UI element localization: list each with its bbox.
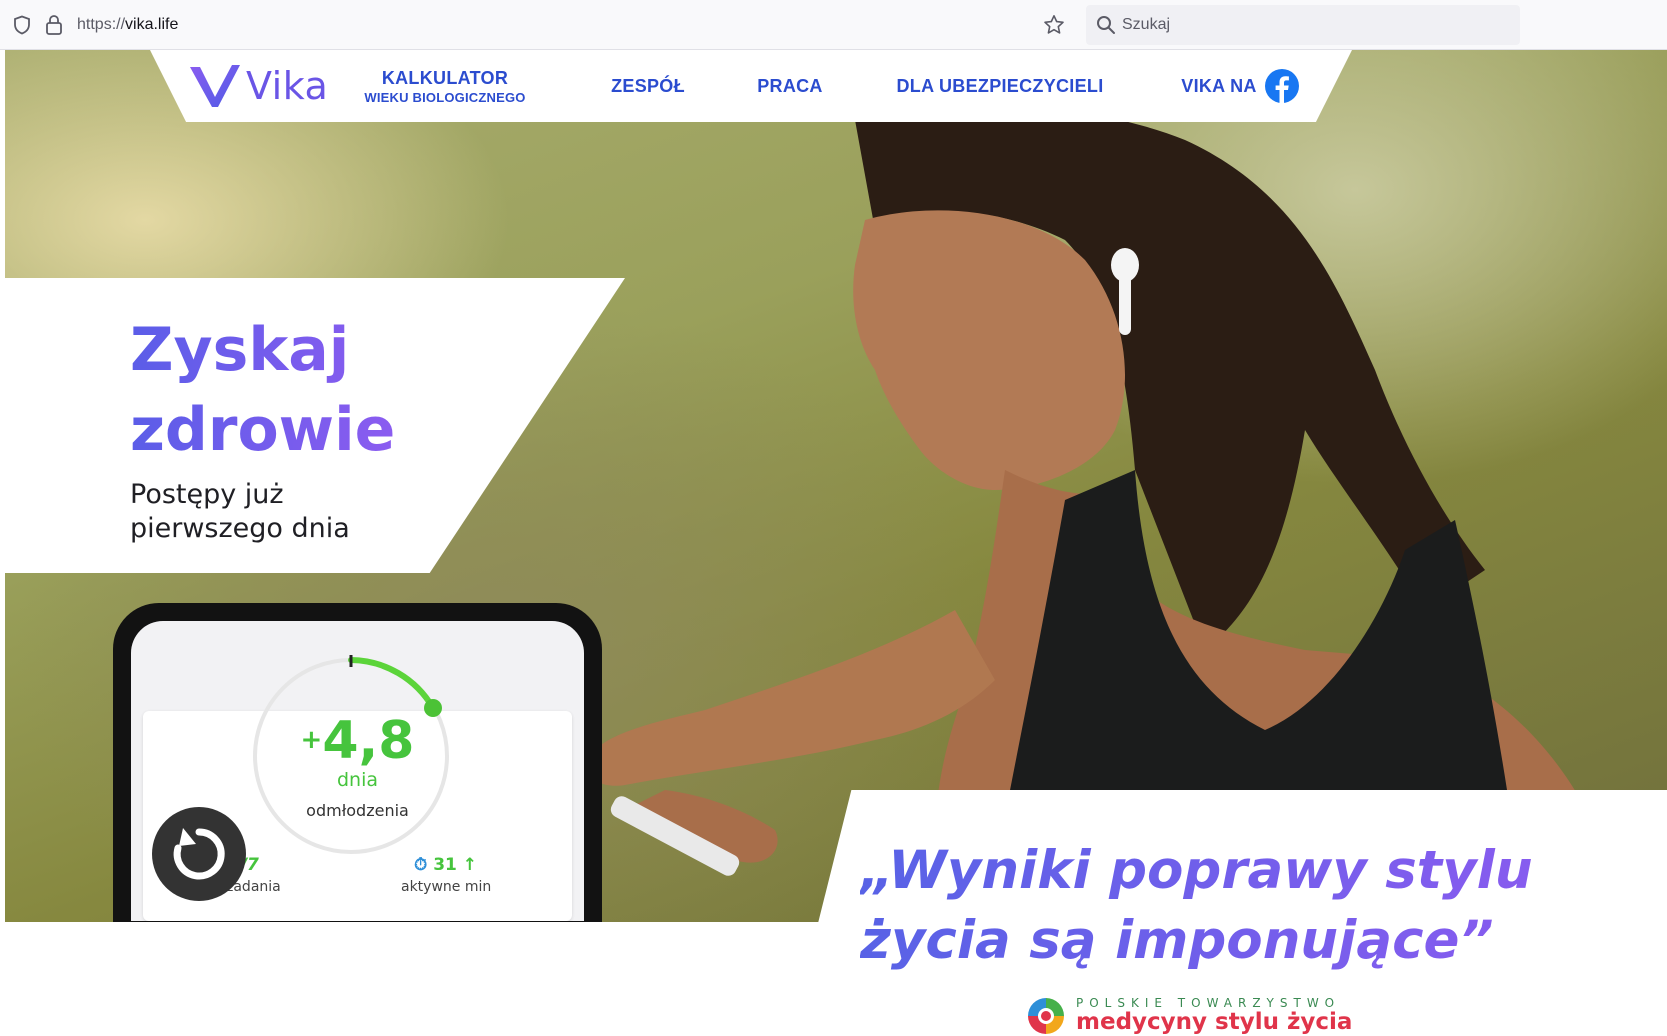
nav-item-label: KALKULATOR (381, 67, 509, 88)
gauge-plus: + (300, 725, 323, 755)
subhead-line-2: pierwszego dnia (130, 513, 350, 544)
stopwatch-icon: ⏱ (414, 855, 428, 875)
url-host: vika.life (125, 16, 179, 33)
headline-line-2: zdrowie (130, 395, 396, 465)
hero-subheadline: Postępy już pierwszego dnia (130, 478, 350, 546)
lock-icon[interactable] (45, 14, 63, 36)
active-minutes-label: aktywne min (401, 879, 492, 895)
active-minutes-value: 31 (433, 855, 457, 875)
active-minutes-stat: ⏱ 31 ↑ (414, 855, 477, 875)
nav-item-praca[interactable]: PRACA (740, 50, 840, 122)
address-bar[interactable]: https://vika.life (77, 16, 178, 34)
quote-line-1: „Wyniki poprawy stylu (860, 840, 1533, 901)
star-icon[interactable] (1042, 13, 1066, 37)
url-scheme: https:// (77, 16, 126, 33)
facebook-icon (1264, 69, 1299, 103)
replay-button[interactable] (152, 807, 246, 901)
vika-logo[interactable]: Vika (188, 60, 328, 112)
search-input[interactable] (1122, 13, 1502, 37)
nav-item-sublabel: WIEKU BIOLOGICZNEGO (364, 89, 526, 105)
nav-item-label: DLA UBEZPIECZYCIELI (896, 75, 1104, 96)
nav-item-facebook[interactable]: VIKA NA (1170, 50, 1310, 122)
nav-item-kalkulator[interactable]: KALKULATOR WIEKU BIOLOGICZNEGO (355, 50, 535, 122)
gauge-number: 4,8 (322, 711, 415, 771)
nav-item-dla-ubezpieczycieli[interactable]: DLA UBEZPIECZYCIELI (885, 50, 1115, 122)
partner-name-bottom: medycyny stylu życia (1076, 1009, 1353, 1035)
nav-item-zespol[interactable]: ZESPÓŁ (598, 50, 698, 122)
arrow-up-icon: ↑ (462, 855, 478, 875)
main-navigation: Vika KALKULATOR WIEKU BIOLOGICZNEGO ZESP… (150, 50, 1352, 122)
hero-headline: Zyskaj zdrowie (130, 310, 395, 470)
ptmsz-logo-icon (1028, 998, 1064, 1034)
search-box[interactable] (1086, 5, 1520, 45)
subhead-line-1: Postępy już (130, 479, 284, 510)
testimonial-quote: „Wyniki poprawy stylu życia są imponując… (860, 836, 1620, 976)
search-icon (1097, 16, 1115, 34)
vika-logo-icon (190, 65, 240, 107)
nav-item-label: PRACA (757, 75, 823, 96)
gauge-unit: dnia (336, 769, 379, 791)
replay-icon (173, 828, 225, 880)
logo-text: Vika (246, 64, 329, 108)
nav-item-label: ZESPÓŁ (611, 75, 685, 96)
quote-line-2: życia są imponujące” (860, 910, 1494, 971)
shield-icon[interactable] (12, 15, 32, 35)
nav-item-label: VIKA NA (1181, 75, 1257, 96)
partner-name-top: POLSKIE TOWARZYSTWO (1076, 996, 1341, 1010)
headline-line-1: Zyskaj (130, 315, 350, 385)
gauge-value: +4,8 (131, 711, 584, 771)
partner-logo[interactable]: POLSKIE TOWARZYSTWO medycyny stylu życia (1026, 996, 1352, 1035)
browser-toolbar: https://vika.life (0, 0, 1667, 50)
